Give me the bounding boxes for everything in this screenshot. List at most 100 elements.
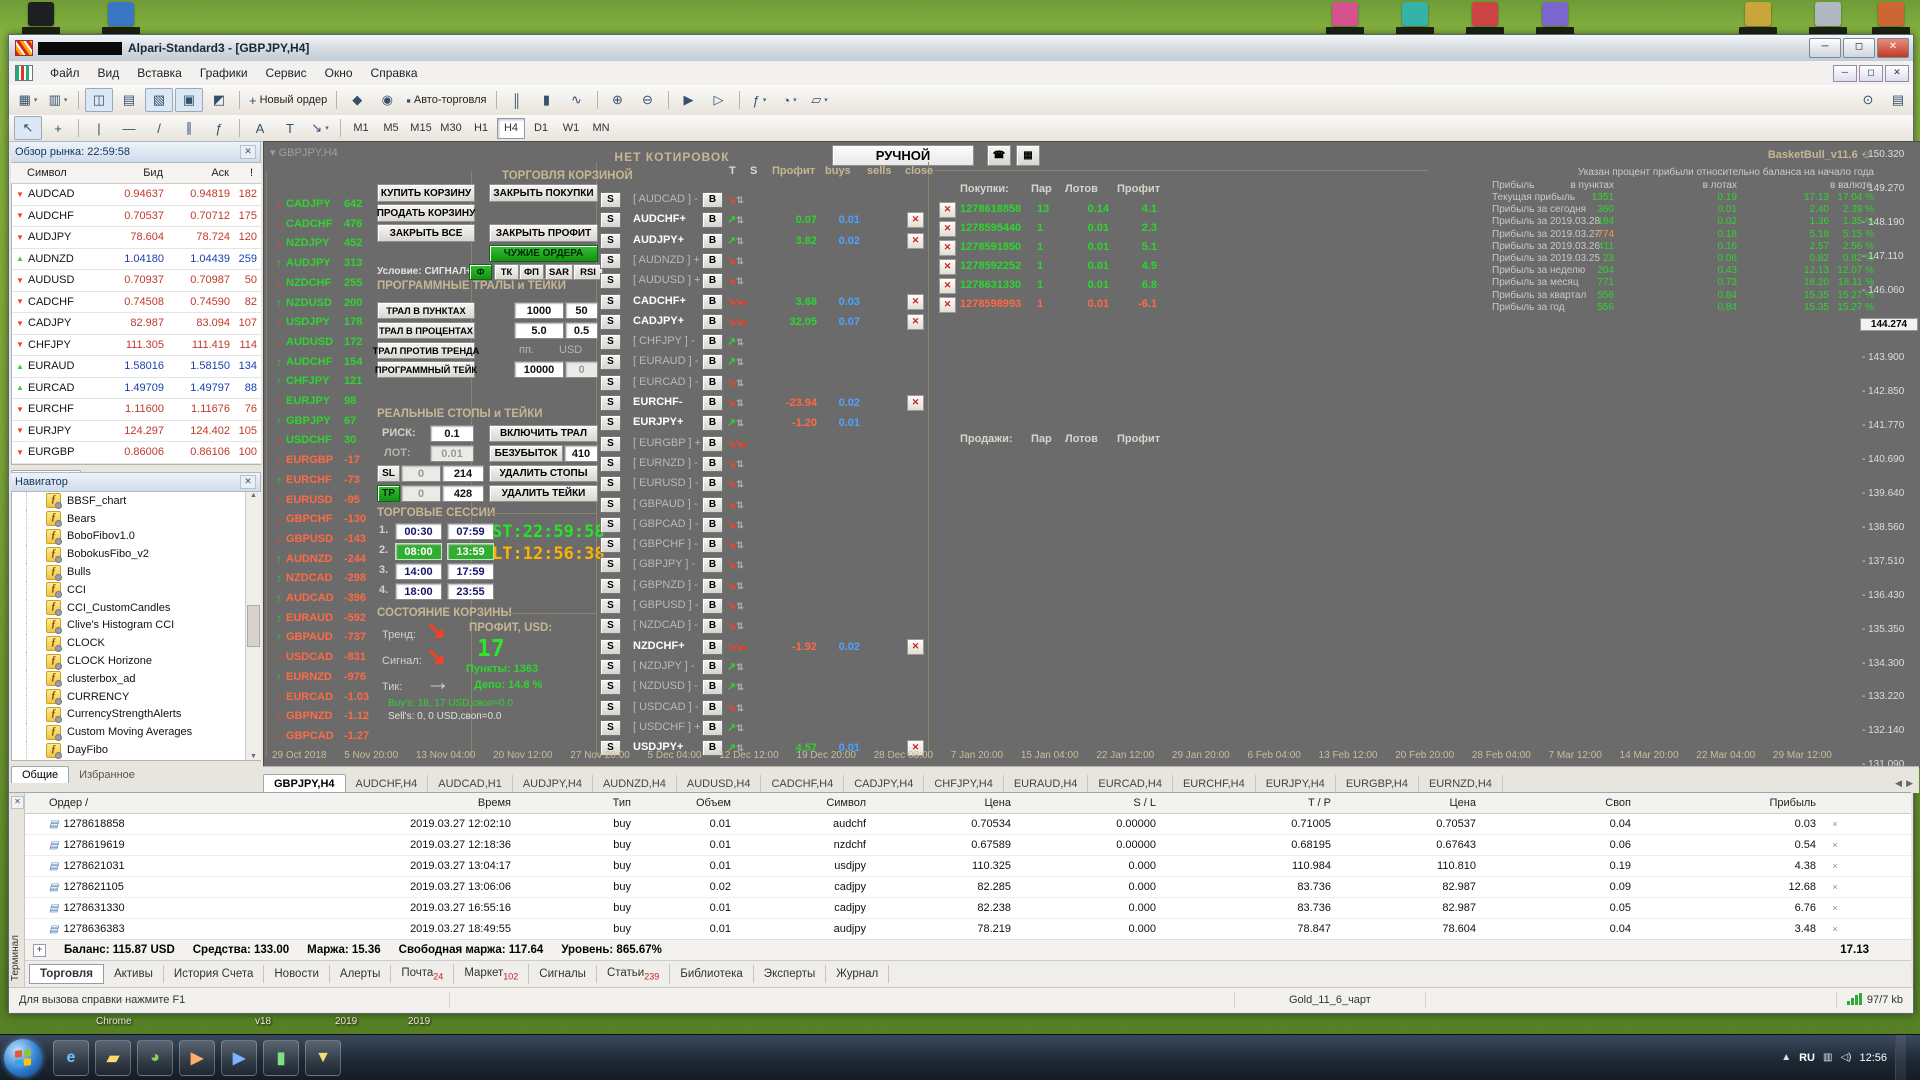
tab-common[interactable]: Общие	[11, 766, 69, 783]
close-order-button[interactable]: ×	[1824, 861, 1854, 871]
mdi-close-button[interactable]: ✕	[1885, 65, 1909, 82]
market-watch-row[interactable]: ▲EURAUD1.580161.58150134	[12, 356, 261, 378]
terminal-tab-сигналы[interactable]: Сигналы	[529, 965, 597, 983]
trail-value-2[interactable]: 50	[565, 302, 598, 319]
scroll-thumb[interactable]	[247, 605, 260, 647]
desktop-icon[interactable]	[1542, 2, 1568, 26]
sell-pair-button[interactable]: S	[600, 476, 621, 492]
delete-takes-button[interactable]: УДАЛИТЬ ТЕЙКИ	[489, 485, 598, 502]
market-watch-row[interactable]: ▼EURGBP0.860060.86106100	[12, 442, 261, 464]
buy-pair-button[interactable]: B	[702, 212, 723, 228]
chart-tab[interactable]: AUDUSD,H4	[677, 775, 762, 793]
data-window-button[interactable]: ▤	[115, 88, 143, 112]
terminal-tab-почта[interactable]: Почта24	[391, 964, 454, 984]
chart-tab[interactable]: AUDCHF,H4	[346, 775, 429, 793]
condition-option-тк[interactable]: ТК	[494, 264, 519, 280]
terminal-tab-журнал[interactable]: Журнал	[826, 965, 889, 983]
close-pair-button[interactable]: ✕	[907, 294, 924, 310]
crosshair-button[interactable]: +	[44, 116, 72, 140]
order-row[interactable]: ▤12786211052019.03.27 13:06:06buy0.02cad…	[25, 877, 1911, 898]
close-position-button[interactable]: ✕	[939, 297, 956, 313]
close-position-button[interactable]: ✕	[939, 278, 956, 294]
navigator-item[interactable]: ƒBoboFibov1.0	[12, 528, 261, 546]
market-watch-row[interactable]: ▼CHFJPY111.305111.419114	[12, 335, 261, 357]
language-indicator[interactable]: RU	[1799, 1052, 1815, 1064]
market-watch-button[interactable]: ◫	[85, 88, 113, 112]
tp-input-2[interactable]: 428	[442, 485, 484, 502]
explorer-folder-icon[interactable]: ▰	[95, 1040, 131, 1076]
market-watch-row[interactable]: ▲EURCAD1.497091.4979788	[12, 378, 261, 400]
buy-pair-button[interactable]: B	[702, 497, 723, 513]
terminal-tab-статьи[interactable]: Статьи239	[597, 964, 670, 984]
navigator-item[interactable]: ƒClive's Histogram CCI	[12, 617, 261, 635]
chart-tab[interactable]: CHFJPY,H4	[924, 775, 1003, 793]
order-row[interactable]: ▤12786196192019.03.27 12:18:36buy0.01nzd…	[25, 835, 1911, 856]
desktop-icon[interactable]	[108, 2, 134, 26]
new-chart-button[interactable]: ▦▾	[14, 88, 42, 112]
terminal-tab-новости[interactable]: Новости	[264, 965, 330, 983]
terminal-button[interactable]: ▣	[175, 88, 203, 112]
buy-pair-button[interactable]: B	[702, 639, 723, 655]
menu-item[interactable]: Графики	[191, 63, 257, 83]
close-profit-button[interactable]: ЗАКРЫТЬ ПРОФИТ	[489, 224, 598, 242]
sell-pair-button[interactable]: S	[600, 598, 621, 614]
terminal-tab-эксперты[interactable]: Эксперты	[754, 965, 826, 983]
order-row[interactable]: ▤12786188582019.03.27 12:02:10buy0.01aud…	[25, 814, 1911, 835]
market-watch-row[interactable]: ▼EURCHF1.116001.1167676	[12, 399, 261, 421]
desktop-icon[interactable]	[1332, 2, 1358, 26]
session-start-input[interactable]: 08:00	[395, 543, 442, 560]
search-button[interactable]: ⊙	[1854, 88, 1882, 112]
market-watch-row[interactable]: ▼CADCHF0.745080.7459082	[12, 292, 261, 314]
chart-tab[interactable]: EURCAD,H4	[1088, 775, 1173, 793]
chart-tab[interactable]: EURGBP,H4	[1336, 775, 1419, 793]
chart-tab[interactable]: EURNZD,H4	[1419, 775, 1503, 793]
buy-pair-button[interactable]: B	[702, 334, 723, 350]
breakeven-input[interactable]: 410	[564, 445, 598, 462]
market-watch-row[interactable]: ▼AUDJPY78.60478.724120	[12, 227, 261, 249]
buy-pair-button[interactable]: B	[702, 679, 723, 695]
scroll-up-icon[interactable]: ▲	[250, 492, 257, 499]
buy-pair-button[interactable]: B	[702, 415, 723, 431]
new-order-button[interactable]: +Новый ордер	[246, 88, 330, 112]
trail-value-2[interactable]: 0	[565, 361, 598, 378]
sell-pair-button[interactable]: S	[600, 436, 621, 452]
session-end-input[interactable]: 07:59	[447, 523, 494, 540]
close-icon[interactable]: ✕	[240, 475, 256, 489]
text-label-button[interactable]: T	[276, 116, 304, 140]
sell-pair-button[interactable]: S	[600, 354, 621, 370]
trendline-button[interactable]: /	[145, 116, 173, 140]
sell-pair-button[interactable]: S	[600, 679, 621, 695]
tp-input-1[interactable]: 0	[401, 485, 441, 502]
navigator-item[interactable]: ƒBulls	[12, 563, 261, 581]
text-button[interactable]: A	[246, 116, 274, 140]
close-position-button[interactable]: ✕	[939, 221, 956, 237]
delete-stops-button[interactable]: УДАЛИТЬ СТОПЫ	[489, 465, 598, 482]
timeframe-w1[interactable]: W1	[557, 118, 585, 139]
buy-pair-button[interactable]: B	[702, 273, 723, 289]
market-watch-row[interactable]: ▼AUDCHF0.705370.70712175	[12, 206, 261, 228]
sl-input-1[interactable]: 0	[401, 465, 441, 482]
navigator-button[interactable]: ▧	[145, 88, 173, 112]
timeframe-h1[interactable]: H1	[467, 118, 495, 139]
sell-pair-button[interactable]: S	[600, 375, 621, 391]
terminal-tab-библиотека[interactable]: Библиотека	[670, 965, 754, 983]
navigator-item[interactable]: ƒBBSF_chart	[12, 492, 261, 510]
chart-tab[interactable]: AUDNZD,H4	[593, 775, 677, 793]
buy-pair-button[interactable]: B	[702, 476, 723, 492]
profiles-button[interactable]: ▥▾	[44, 88, 72, 112]
zoom-in-button[interactable]: ⊕	[604, 88, 632, 112]
strategy-tester-button[interactable]: ◩	[205, 88, 233, 112]
close-order-button[interactable]: ×	[1824, 882, 1854, 892]
close-icon[interactable]: ✕	[11, 796, 24, 809]
line-chart-button[interactable]: ∿	[563, 88, 591, 112]
timeframe-mn[interactable]: MN	[587, 118, 615, 139]
market-watch-row[interactable]: ▼EURJPY124.297124.402105	[12, 421, 261, 443]
close-position-button[interactable]: ✕	[939, 240, 956, 256]
session-start-input[interactable]: 00:30	[395, 523, 442, 540]
manual-mode-button[interactable]: РУЧНОЙ	[832, 145, 974, 166]
order-row[interactable]: ▤12786313302019.03.27 16:55:16buy0.01cad…	[25, 898, 1911, 919]
buy-pair-button[interactable]: B	[702, 456, 723, 472]
close-button[interactable]: ✕	[1877, 38, 1909, 58]
terminal-tab-алерты[interactable]: Алерты	[330, 965, 391, 983]
condition-option-sar[interactable]: SAR	[545, 264, 573, 280]
